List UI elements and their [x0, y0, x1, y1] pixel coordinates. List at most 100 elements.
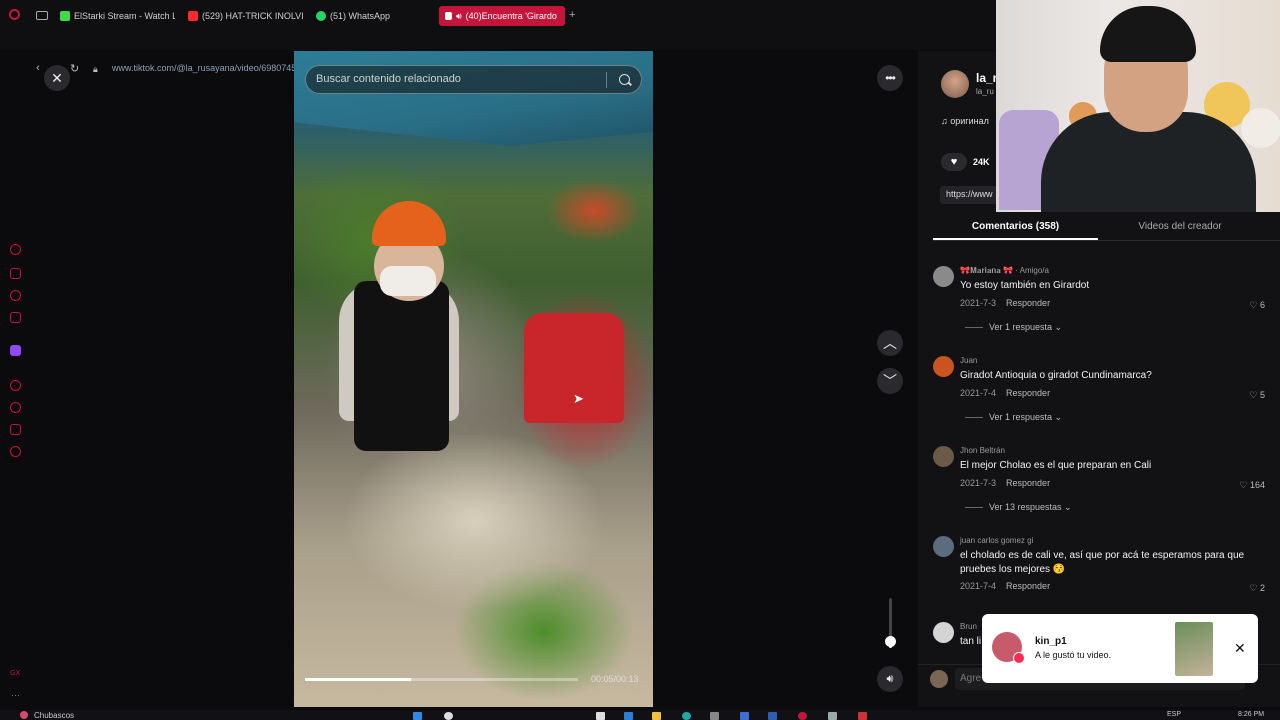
comment-date: 2021-7-3 [960, 298, 997, 308]
sidebar-twitch-icon[interactable] [10, 345, 21, 356]
sidebar-more-icon[interactable]: ··· [11, 690, 20, 700]
tab-comments[interactable]: Comentarios (358) [933, 218, 1098, 240]
heart-outline-icon: ♡ [1249, 390, 1258, 400]
new-tab-icon[interactable]: + [569, 9, 575, 21]
taskbar-app-icon[interactable] [858, 712, 867, 720]
comment-avatar[interactable] [933, 356, 954, 377]
heart-badge-icon [1013, 652, 1025, 664]
language-indicator[interactable]: ESP [1167, 711, 1181, 718]
view-replies-button[interactable]: Ver 1 respuesta ⌄ [965, 322, 1062, 333]
taskbar-search-icon[interactable] [444, 712, 453, 720]
tab-label: (529) HAT-TRICK INOLVID [202, 11, 304, 21]
heart-icon[interactable]: ♥ [941, 153, 967, 171]
tab-label: (51) WhatsApp [330, 11, 391, 21]
browser-tab-youtube[interactable]: (529) HAT-TRICK INOLVID [188, 6, 304, 26]
comment-avatar[interactable] [933, 266, 954, 287]
video-player[interactable]: ➤ [294, 51, 653, 707]
reply-button[interactable]: Responder [1006, 581, 1050, 591]
notification-thumbnail [1175, 622, 1213, 676]
comment-username[interactable]: Jhon Beltrán [960, 446, 1005, 455]
comment-avatar[interactable] [933, 622, 954, 643]
sidebar-messenger-icon[interactable] [10, 290, 21, 301]
comment-text: Yo estoy también en Girardot [960, 280, 1090, 291]
chevron-down-icon: ﹀ [883, 373, 897, 389]
author-name[interactable]: la_r [976, 71, 997, 85]
tab-creator-videos[interactable]: Videos del creador [1115, 218, 1245, 240]
speaker-icon[interactable]: 🔊︎ [456, 11, 462, 22]
balloon-region [1241, 108, 1280, 148]
reload-icon[interactable]: ↻ [70, 62, 79, 75]
webcam-overlay [996, 0, 1280, 212]
opera-logo-icon[interactable] [9, 9, 20, 20]
search-input[interactable]: Buscar contenido relacionado [316, 73, 461, 85]
taskbar-app-icon[interactable] [768, 712, 777, 720]
comment-username[interactable]: Juan [960, 356, 977, 365]
video-progress-bar[interactable] [305, 678, 578, 681]
browser-tab-elstarki[interactable]: ElStarki Stream - Watch Li [60, 6, 175, 26]
sidebar-aria-icon[interactable] [10, 244, 21, 255]
sidebar-bag-icon[interactable] [10, 268, 21, 279]
weather-icon [20, 711, 28, 719]
previous-video-button[interactable]: ︿ [877, 330, 903, 356]
comment-like-button[interactable]: ♡ 6 [1249, 300, 1265, 311]
like-count[interactable]: ♥ 24K [941, 153, 990, 171]
taskbar-taskview-icon[interactable] [596, 712, 605, 720]
weather-label[interactable]: Chubascos [34, 711, 74, 720]
reply-button[interactable]: Responder [1006, 478, 1050, 488]
comment-avatar[interactable] [933, 536, 954, 557]
music-label[interactable]: ♫ оригинал [941, 116, 989, 126]
windows-start-icon[interactable] [413, 712, 422, 720]
more-icon: ••• [885, 71, 896, 85]
comment-username[interactable]: juan carlos gomez gi [960, 536, 1033, 545]
taskbar-app-icon[interactable] [740, 712, 749, 720]
back-icon[interactable]: ‹ [36, 62, 40, 74]
next-video-button[interactable]: ﹀ [877, 368, 903, 394]
comment-like-count: 5 [1259, 390, 1265, 400]
taskbar-store-icon[interactable] [624, 712, 633, 720]
close-icon[interactable]: ✕ [1234, 640, 1246, 657]
volume-knob[interactable] [885, 635, 896, 647]
comment-like-button[interactable]: ♡ 2 [1249, 583, 1265, 594]
youtube-favicon-icon [188, 11, 198, 21]
comment-date: 2021-7-4 [960, 388, 997, 398]
browser-tab-whatsapp[interactable]: (51) WhatsApp [316, 6, 426, 26]
browser-tab-tiktok-active[interactable]: 🔊︎ (40)Encuentra 'Girardo [439, 6, 565, 26]
related-search-bar[interactable]: Buscar contenido relacionado [305, 65, 642, 94]
sidebar-settings-icon[interactable] [10, 446, 21, 457]
comment-date: 2021-7-4 [960, 581, 997, 591]
sidebar-player-icon[interactable] [10, 380, 21, 391]
comment-username[interactable]: 🎀𝐌𝐚𝐫𝐢𝐚𝐧𝐚 🎀 · Amigo/a [960, 266, 1049, 276]
more-options-button[interactable]: ••• [877, 65, 903, 91]
close-video-button[interactable]: ✕ [44, 65, 70, 91]
comment-text: El mejor Cholao es el que preparan en Ca… [960, 460, 1152, 471]
like-notification[interactable]: kin_p1 A le gustó tu video. ✕ [982, 614, 1258, 683]
comment-username[interactable]: Brun [960, 622, 977, 631]
video-progress-fill [305, 678, 412, 681]
search-icon[interactable] [619, 74, 630, 85]
sidebar-mail-icon[interactable] [10, 312, 21, 323]
view-replies-button[interactable]: Ver 1 respuesta ⌄ [965, 412, 1062, 423]
sidebar-history-icon[interactable] [10, 402, 21, 413]
comment-like-button[interactable]: ♡ 5 [1249, 390, 1265, 401]
author-handle[interactable]: la_ru [976, 87, 994, 96]
view-replies-button[interactable]: Ver 13 respuestas ⌄ [965, 502, 1072, 513]
comment-like-button[interactable]: ♡ 164 [1239, 480, 1265, 491]
tab-manager-icon[interactable] [36, 11, 48, 20]
taskbar-explorer-icon[interactable] [652, 712, 661, 720]
comment-text: Giradot Antioquia o giradot Cundinamarca… [960, 370, 1152, 381]
volume-slider[interactable] [885, 598, 896, 654]
sidebar-gx-icon[interactable]: GX [10, 670, 20, 677]
taskbar-app-icon[interactable] [828, 712, 837, 720]
taskbar-opera-icon[interactable] [798, 712, 807, 720]
reply-button[interactable]: Responder [1006, 388, 1050, 398]
comment-avatar[interactable] [933, 446, 954, 467]
comment-item: juan carlos gomez gi el cholado es de ca… [933, 536, 1273, 596]
author-avatar[interactable] [941, 70, 969, 98]
panel-tabs: Comentarios (358) Videos del creador [933, 218, 1280, 241]
reply-button[interactable]: Responder [1006, 298, 1050, 308]
mute-button[interactable]: 🔊︎ [877, 666, 903, 692]
sidebar-extensions-icon[interactable] [10, 424, 21, 435]
taskbar-clock[interactable]: 8:26 PM [1238, 711, 1264, 718]
taskbar-edge-icon[interactable] [682, 712, 691, 720]
taskbar-app-icon[interactable] [710, 712, 719, 720]
